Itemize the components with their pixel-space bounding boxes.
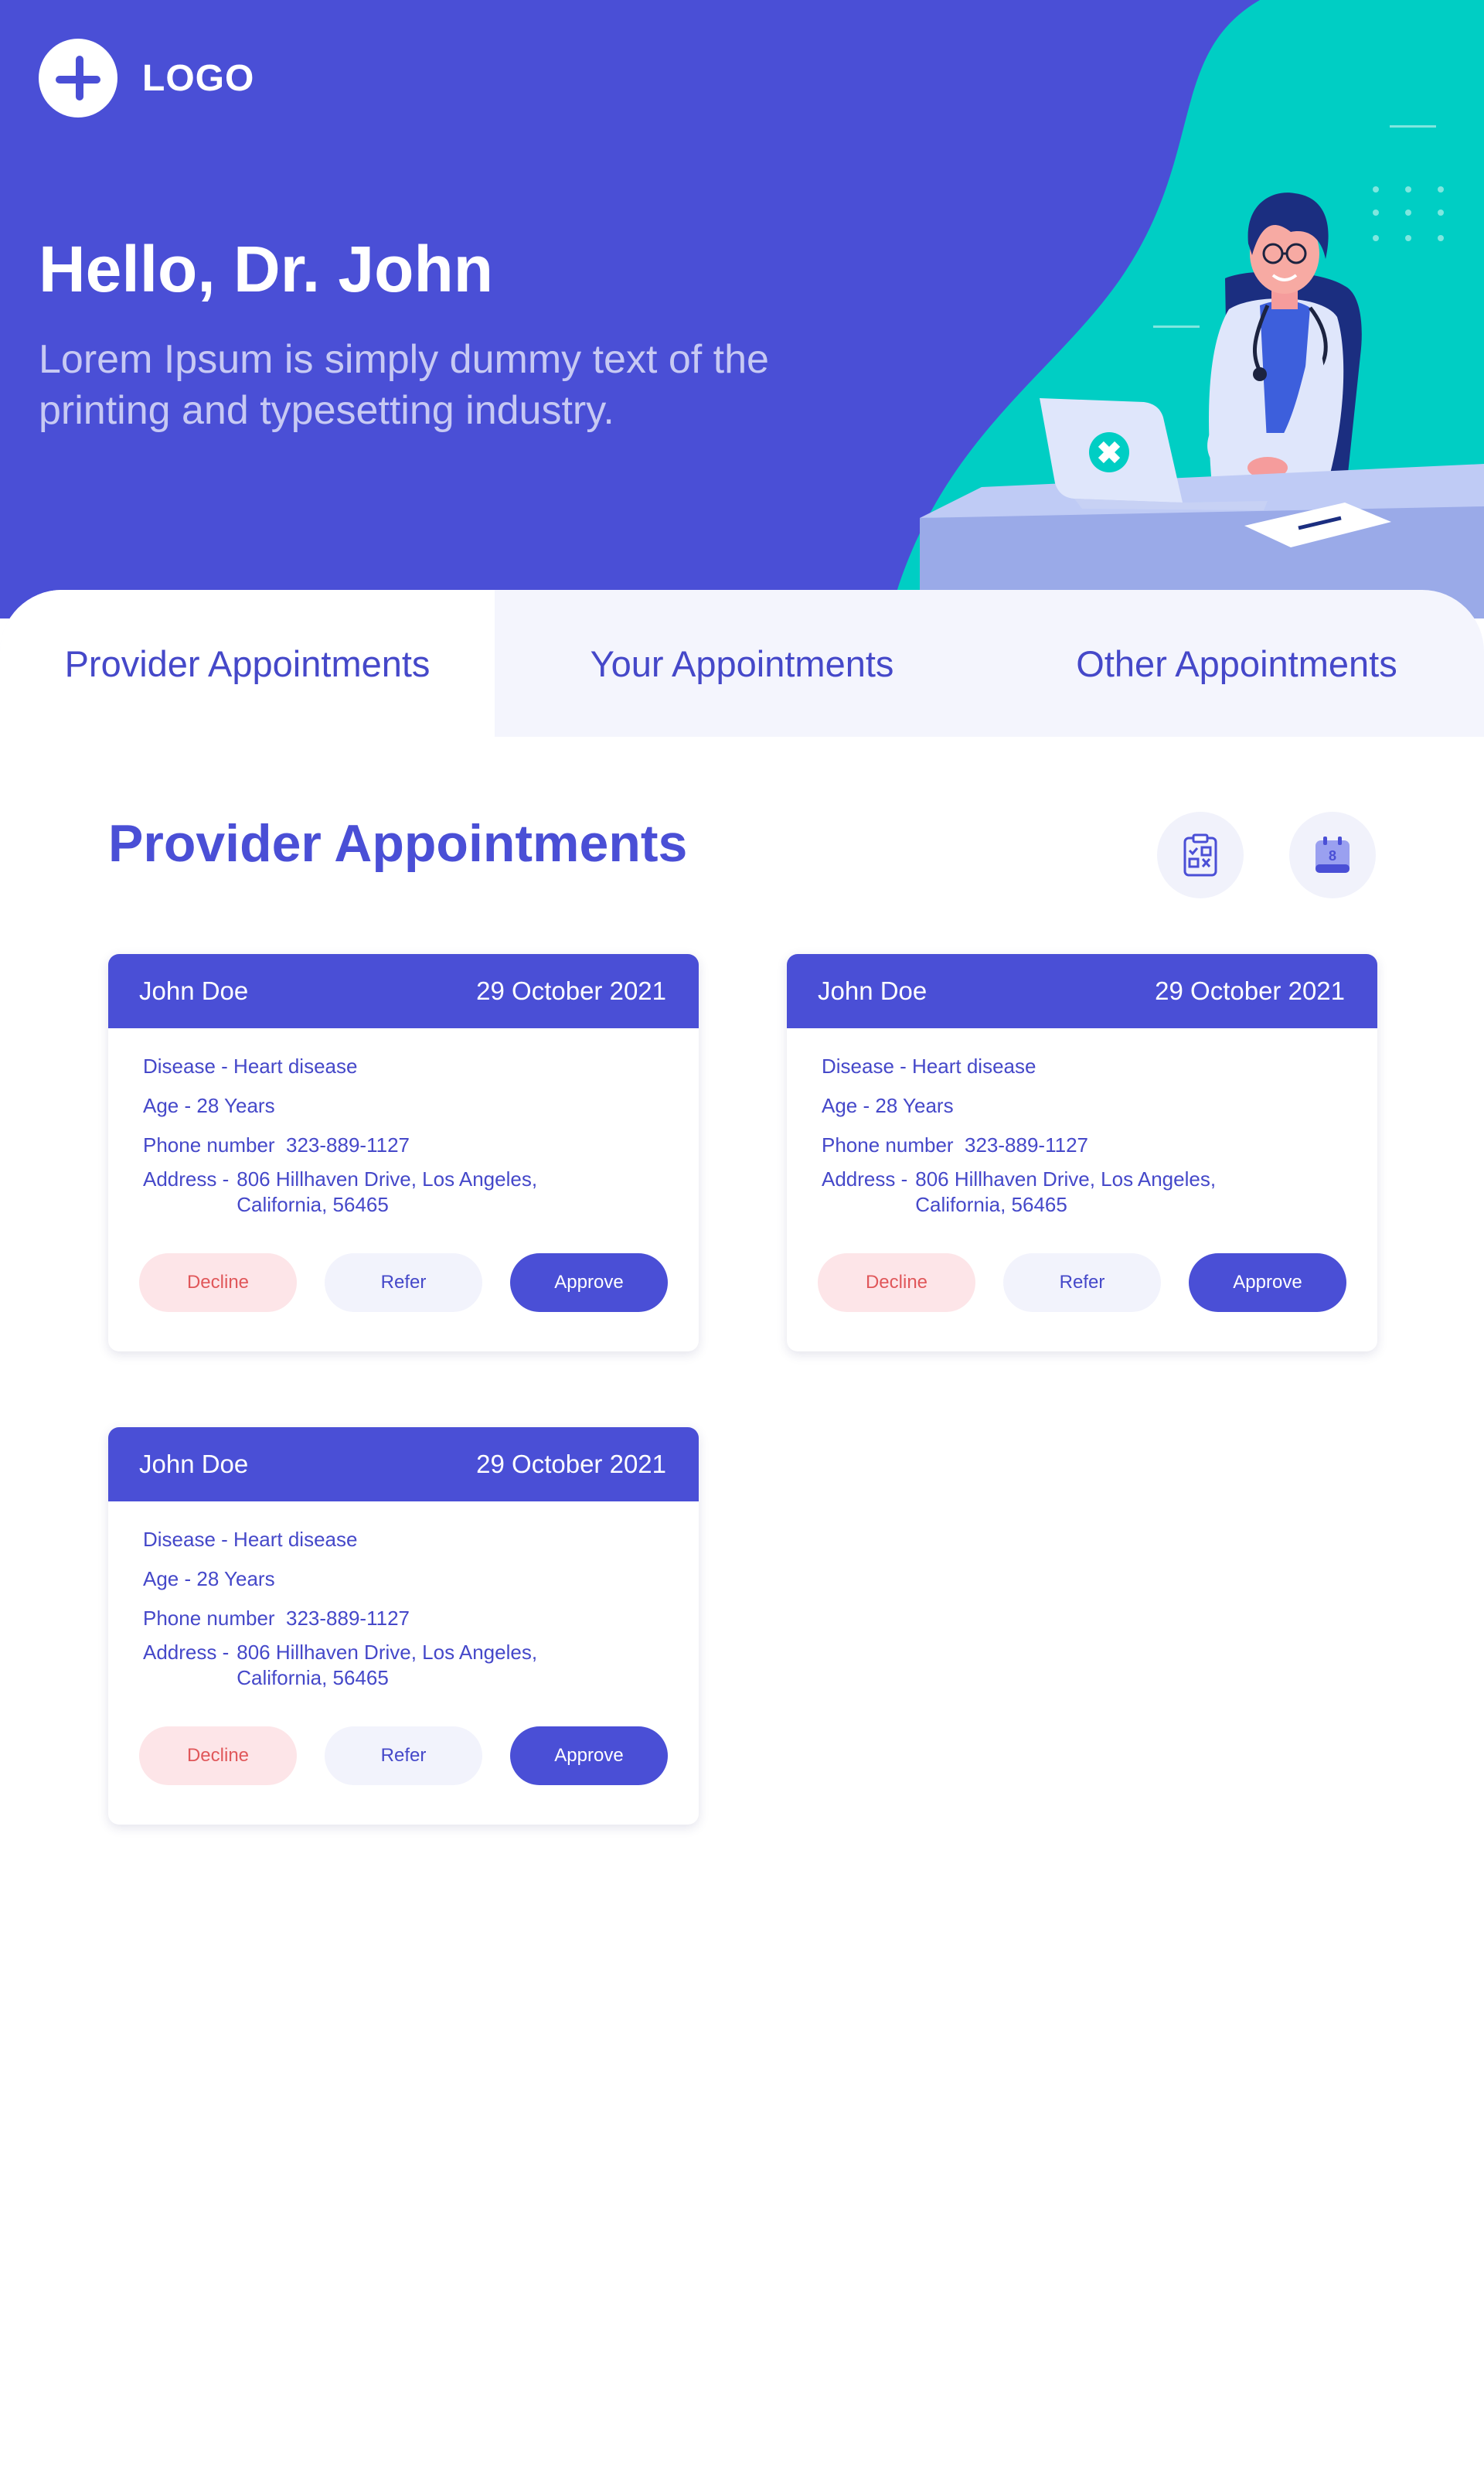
hero-subtitle: Lorem Ipsum is simply dummy text of the …	[39, 337, 769, 433]
card-actions: Decline Refer Approve	[139, 1726, 668, 1785]
phone-value: 323-889-1127	[965, 1133, 1089, 1157]
phone-label: Phone number	[143, 1607, 275, 1630]
decline-button[interactable]: Decline	[139, 1726, 297, 1785]
disease-text: Disease - Heart disease	[822, 1055, 1036, 1078]
refer-button[interactable]: Refer	[325, 1253, 482, 1312]
age-text: Age - 28 Years	[822, 1094, 954, 1117]
patient-name: John Doe	[818, 976, 928, 1005]
logo[interactable]: LOGO	[39, 39, 254, 118]
tab-other-appointments[interactable]: Other Appointments	[989, 590, 1484, 737]
address-value: 806 Hillhaven Drive, Los Angeles, Califo…	[915, 1167, 1216, 1218]
address-line-2: California, 56465	[915, 1193, 1067, 1216]
address-line-1: 806 Hillhaven Drive, Los Angeles,	[237, 1167, 538, 1191]
appointment-tabs: Provider Appointments Your Appointments …	[0, 590, 1484, 737]
address-value: 806 Hillhaven Drive, Los Angeles, Califo…	[237, 1167, 537, 1218]
refer-button[interactable]: Refer	[1003, 1253, 1161, 1312]
appointment-date: 29 October 2021	[476, 1450, 666, 1478]
card-header: John Doe 29 October 2021	[787, 954, 1377, 1028]
address-line-2: California, 56465	[237, 1193, 389, 1216]
address-value: 806 Hillhaven Drive, Los Angeles, Califo…	[237, 1640, 537, 1691]
greeting-title: Hello, Dr. John	[39, 233, 494, 305]
appointment-card: John Doe 29 October 2021 Disease - Heart…	[787, 954, 1377, 1351]
calendar-button[interactable]: 8	[1289, 812, 1376, 898]
calendar-icon: 8	[1316, 837, 1350, 873]
hero-banner: LOGO Hello, Dr. John Lorem Ipsum is simp…	[0, 0, 1484, 618]
appointment-date: 29 October 2021	[476, 976, 666, 1005]
approve-button[interactable]: Approve	[510, 1253, 668, 1312]
phone-row: Phone number 323-889-1127	[143, 1126, 665, 1165]
disease-text: Disease - Heart disease	[143, 1055, 358, 1078]
address-line-1: 806 Hillhaven Drive, Los Angeles,	[237, 1641, 538, 1664]
phone-value: 323-889-1127	[286, 1607, 410, 1630]
disease-text: Disease - Heart disease	[143, 1528, 358, 1551]
refer-button[interactable]: Refer	[325, 1726, 482, 1785]
address-line-2: California, 56465	[237, 1666, 389, 1689]
address-row: Address - 806 Hillhaven Drive, Los Angel…	[143, 1167, 665, 1218]
plus-logo-icon	[39, 39, 117, 118]
checklist-button[interactable]	[1157, 812, 1244, 898]
card-actions: Decline Refer Approve	[139, 1253, 668, 1312]
card-details: Disease - Heart disease Age - 28 Years P…	[108, 1028, 699, 1218]
clipboard-checklist-icon	[1183, 833, 1217, 877]
phone-row: Phone number 323-889-1127	[143, 1599, 665, 1638]
logo-text: LOGO	[142, 57, 255, 99]
phone-label: Phone number	[822, 1133, 954, 1157]
decline-button[interactable]: Decline	[139, 1253, 297, 1312]
address-label: Address -	[822, 1167, 908, 1191]
address-row: Address - 806 Hillhaven Drive, Los Angel…	[143, 1640, 665, 1691]
address-row: Address - 806 Hillhaven Drive, Los Angel…	[822, 1167, 1343, 1218]
tab-your-appointments[interactable]: Your Appointments	[495, 590, 989, 737]
card-actions: Decline Refer Approve	[818, 1253, 1346, 1312]
approve-button[interactable]: Approve	[510, 1726, 668, 1785]
appointment-card: John Doe 29 October 2021 Disease - Heart…	[108, 954, 699, 1351]
patient-name: John Doe	[139, 976, 249, 1005]
appointment-card: John Doe 29 October 2021 Disease - Heart…	[108, 1427, 699, 1825]
decline-button[interactable]: Decline	[818, 1253, 975, 1312]
section-title: Provider Appointments	[108, 814, 688, 873]
doctor-at-desk-illustration	[920, 193, 1484, 618]
address-label: Address -	[143, 1641, 230, 1664]
phone-row: Phone number 323-889-1127	[822, 1126, 1343, 1165]
calendar-day: 8	[1329, 848, 1336, 864]
age-text: Age - 28 Years	[143, 1094, 275, 1117]
phone-value: 323-889-1127	[286, 1133, 410, 1157]
age-text: Age - 28 Years	[143, 1567, 275, 1590]
patient-name: John Doe	[139, 1450, 249, 1478]
card-details: Disease - Heart disease Age - 28 Years P…	[787, 1028, 1377, 1218]
card-details: Disease - Heart disease Age - 28 Years P…	[108, 1501, 699, 1691]
card-header: John Doe 29 October 2021	[108, 1427, 699, 1501]
approve-button[interactable]: Approve	[1189, 1253, 1346, 1312]
address-label: Address -	[143, 1167, 230, 1191]
tab-provider-appointments[interactable]: Provider Appointments	[0, 590, 495, 737]
address-line-1: 806 Hillhaven Drive, Los Angeles,	[915, 1167, 1217, 1191]
appointment-date: 29 October 2021	[1155, 976, 1345, 1005]
phone-label: Phone number	[143, 1133, 275, 1157]
card-header: John Doe 29 October 2021	[108, 954, 699, 1028]
